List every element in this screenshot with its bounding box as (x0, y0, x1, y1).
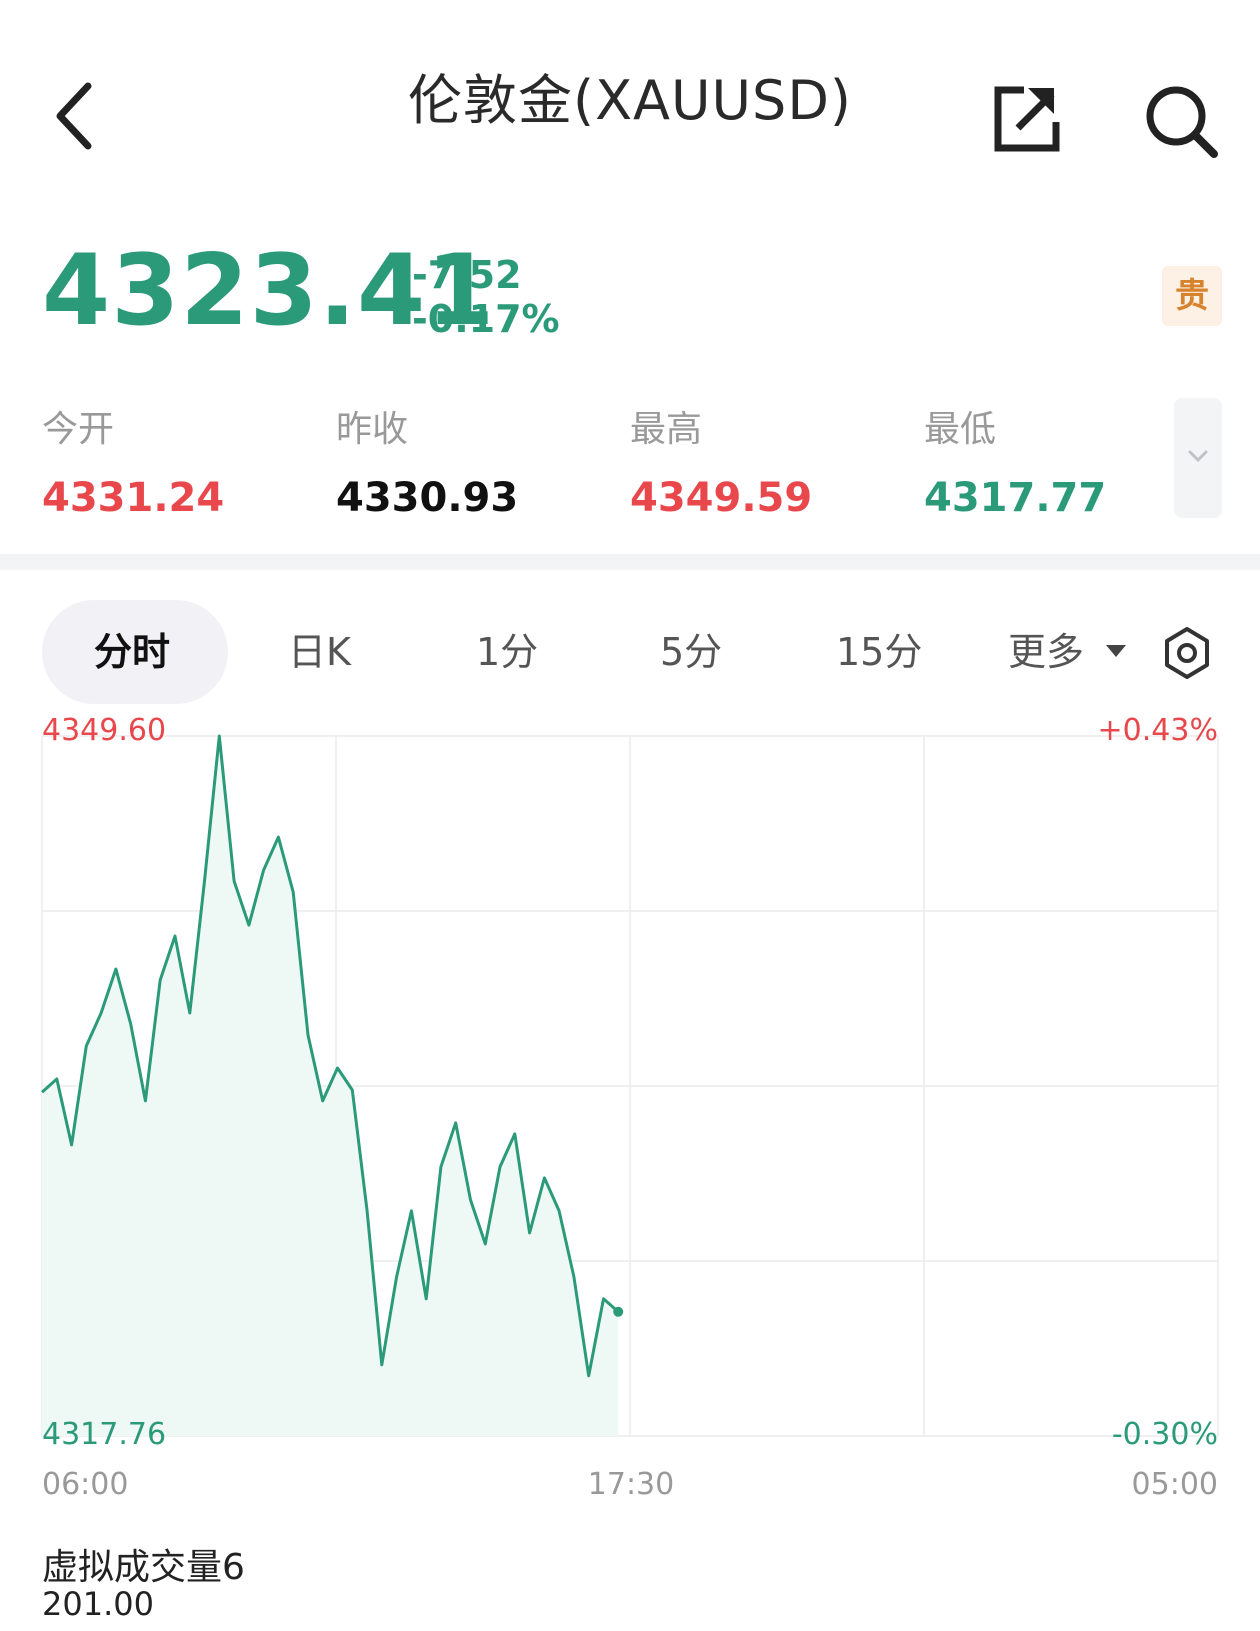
x-tick-end: 05:00 (1132, 1467, 1218, 1502)
chart-settings-button[interactable] (1160, 626, 1214, 680)
chevron-down-icon (1188, 450, 1208, 463)
y-max-label: 4349.60 (42, 713, 166, 748)
category-badge: 贵 (1162, 266, 1222, 326)
tab-daily-k[interactable]: 日K (288, 628, 351, 676)
last-price-dot (613, 1306, 624, 1317)
y-min-label: 4317.76 (42, 1417, 166, 1452)
pct-min-label: -0.30% (1112, 1417, 1218, 1452)
stat-value-low: 4317.77 (924, 475, 1107, 521)
caret-down-icon (1106, 645, 1127, 657)
stat-label-low: 最低 (924, 409, 997, 450)
tab-more[interactable]: 更多 (1008, 628, 1128, 676)
stat-label-high: 最高 (630, 409, 703, 450)
tab-intraday[interactable]: 分时 (94, 628, 170, 676)
search-icon (1146, 86, 1218, 158)
tab-5min[interactable]: 5分 (660, 628, 722, 676)
tab-15min[interactable]: 15分 (836, 628, 922, 676)
share-external-icon (994, 86, 1060, 152)
section-divider (0, 554, 1260, 570)
x-tick-start: 06:00 (42, 1467, 128, 1502)
page-title: 伦敦金(XAUUSD) (408, 69, 852, 132)
volume-label: 虚拟成交量6 (42, 1547, 245, 1588)
stat-label-open: 今开 (42, 409, 115, 450)
volume-value: 201.00 (42, 1585, 154, 1623)
price-change-percent: -0.17% (412, 297, 560, 341)
tab-more-label: 更多 (1008, 630, 1085, 674)
x-tick-mid: 17:30 (588, 1467, 674, 1502)
share-button[interactable] (992, 84, 1062, 154)
stat-value-prev-close: 4330.93 (336, 475, 519, 521)
stat-value-high: 4349.59 (630, 475, 813, 521)
stat-label-prev-close: 昨收 (336, 409, 409, 450)
tab-1min[interactable]: 1分 (476, 628, 538, 676)
stat-value-open: 4331.24 (42, 475, 225, 521)
pct-max-label: +0.43% (1098, 713, 1218, 748)
price-chart[interactable]: 4349.60 +0.43% 4317.76 -0.30% 06:00 17:3… (0, 700, 1260, 1630)
gear-icon (1165, 627, 1209, 679)
expand-stats-button[interactable] (1174, 398, 1222, 518)
search-button[interactable] (1144, 84, 1220, 160)
price-change: -7.52 (412, 253, 522, 297)
